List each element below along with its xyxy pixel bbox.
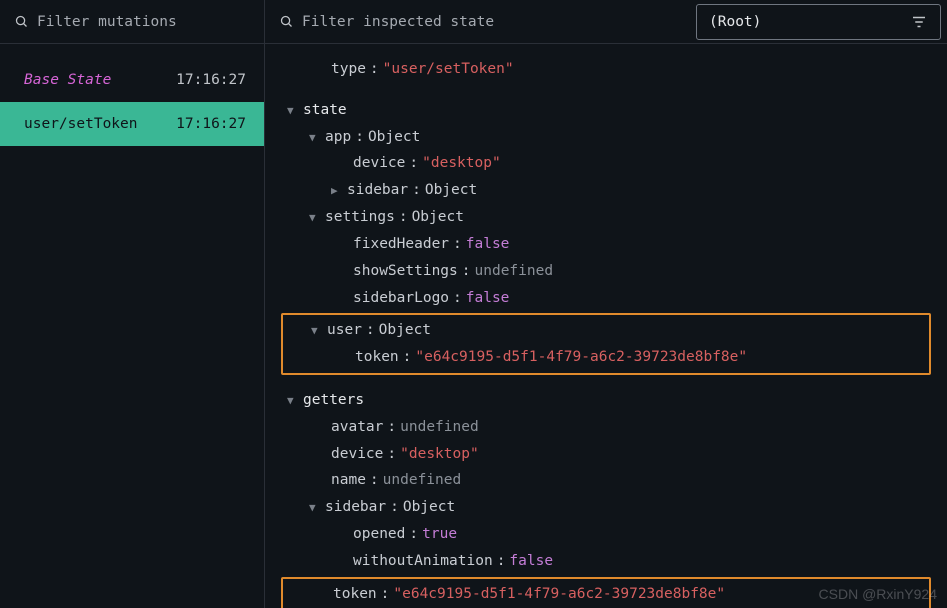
tree-key: sidebarLogo (353, 285, 449, 312)
tree-value: undefined (400, 414, 479, 441)
tree-row-getters-sidebar-withoutanimation[interactable]: withoutAnimation: false (281, 548, 931, 575)
tree-key: settings (325, 204, 395, 231)
module-select[interactable]: (Root) (696, 4, 941, 40)
tree-value: "e64c9195-d5f1-4f79-a6c2-39723de8bf8e" (393, 581, 725, 608)
tree-row-user[interactable]: user: Object (283, 317, 929, 344)
tree-key: device (353, 150, 405, 177)
tree-value: "desktop" (400, 441, 479, 468)
tree-key: device (331, 441, 383, 468)
mutations-search-bar (0, 0, 264, 44)
caret-down-icon[interactable] (309, 208, 321, 228)
tree-row-user-token[interactable]: token: "e64c9195-d5f1-4f79-a6c2-39723de8… (283, 344, 929, 371)
tree-value: "user/setToken" (383, 56, 514, 83)
caret-down-icon[interactable] (311, 321, 323, 341)
tree-value: false (509, 548, 553, 575)
tree-row-getters-avatar[interactable]: avatar: undefined (281, 414, 931, 441)
state-top-bar: (Root) (265, 0, 947, 44)
caret-right-icon[interactable] (331, 181, 343, 201)
highlighted-token-block: token: "e64c9195-d5f1-4f79-a6c2-39723de8… (281, 577, 931, 608)
mutation-item-base-state[interactable]: Base State 17:16:27 (0, 58, 264, 102)
mutation-name: Base State (24, 72, 111, 88)
tree-row-getters-sidebar-opened[interactable]: opened: true (281, 521, 931, 548)
tree-row-settings-sidebarlogo[interactable]: sidebarLogo: false (281, 285, 931, 312)
tree-key: type (331, 56, 366, 83)
tree-key: showSettings (353, 258, 458, 285)
tree-key: token (333, 581, 377, 608)
tree-row-getters-name[interactable]: name: undefined (281, 467, 931, 494)
tree-key: sidebar (347, 177, 408, 204)
tree-row-settings-fixedheader[interactable]: fixedHeader: false (281, 231, 931, 258)
filter-icon (910, 13, 928, 31)
mutation-time: 17:16:27 (176, 72, 246, 88)
tree-key: sidebar (325, 494, 386, 521)
tree-row-app-sidebar[interactable]: sidebar: Object (281, 177, 931, 204)
tree-key: app (325, 124, 351, 151)
tree-row-type[interactable]: type: "user/setToken" (281, 56, 931, 83)
tree-key: token (355, 344, 399, 371)
search-icon (14, 14, 29, 29)
tree-section-getters[interactable]: getters (281, 387, 931, 414)
state-panel: (Root) type: "user/setToken" state app: … (265, 0, 947, 608)
tree-value: true (422, 521, 457, 548)
tree-value: "desktop" (422, 150, 501, 177)
section-label: getters (303, 387, 364, 414)
caret-down-icon[interactable] (287, 391, 299, 411)
tree-row-getters-sidebar[interactable]: sidebar: Object (281, 494, 931, 521)
tree-value: "e64c9195-d5f1-4f79-a6c2-39723de8bf8e" (415, 344, 747, 371)
caret-down-icon[interactable] (309, 128, 321, 148)
state-tree: type: "user/setToken" state app: Object … (265, 44, 947, 608)
tree-key: name (331, 467, 366, 494)
tree-key: avatar (331, 414, 383, 441)
mutation-time: 17:16:27 (176, 116, 246, 132)
tree-value: Object (425, 177, 477, 204)
tree-row-app-device[interactable]: device: "desktop" (281, 150, 931, 177)
tree-value: Object (368, 124, 420, 151)
tree-value: false (466, 285, 510, 312)
tree-value: undefined (475, 258, 554, 285)
mutations-panel: Base State 17:16:27 user/setToken 17:16:… (0, 0, 265, 608)
mutations-list: Base State 17:16:27 user/setToken 17:16:… (0, 44, 264, 146)
tree-section-state[interactable]: state (281, 97, 931, 124)
caret-down-icon[interactable] (309, 498, 321, 518)
tree-row-settings-showsettings[interactable]: showSettings: undefined (281, 258, 931, 285)
tree-value: undefined (383, 467, 462, 494)
tree-key: withoutAnimation (353, 548, 493, 575)
tree-value: Object (403, 494, 455, 521)
highlighted-user-block: user: Object token: "e64c9195-d5f1-4f79-… (281, 313, 931, 375)
section-label: state (303, 97, 347, 124)
tree-row-settings[interactable]: settings: Object (281, 204, 931, 231)
mutation-item-user-settoken[interactable]: user/setToken 17:16:27 (0, 102, 264, 146)
state-filter-input[interactable] (302, 14, 676, 30)
search-icon (279, 14, 294, 29)
state-search-bar (265, 14, 690, 30)
caret-down-icon[interactable] (287, 101, 299, 121)
tree-row-getters-token[interactable]: token: "e64c9195-d5f1-4f79-a6c2-39723de8… (283, 581, 929, 608)
tree-value: Object (412, 204, 464, 231)
tree-value: false (466, 231, 510, 258)
tree-value: Object (379, 317, 431, 344)
tree-row-app[interactable]: app: Object (281, 124, 931, 151)
mutations-filter-input[interactable] (37, 14, 250, 30)
tree-key: opened (353, 521, 405, 548)
mutation-name: user/setToken (24, 116, 138, 132)
module-select-label: (Root) (709, 14, 761, 30)
tree-key: fixedHeader (353, 231, 449, 258)
tree-key: user (327, 317, 362, 344)
tree-row-getters-device[interactable]: device: "desktop" (281, 441, 931, 468)
